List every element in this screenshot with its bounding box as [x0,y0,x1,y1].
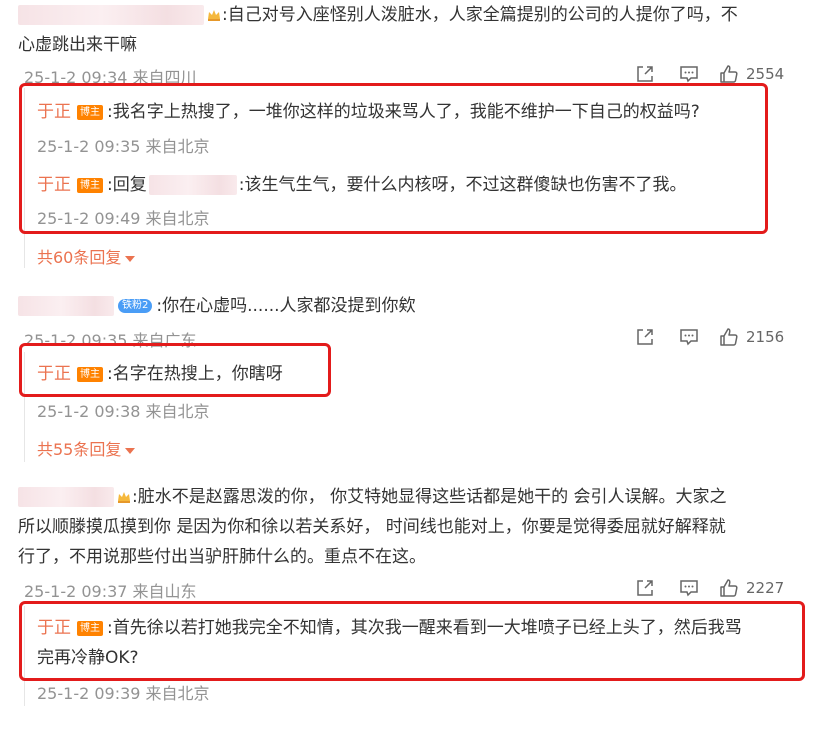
comment-text-cont: 所以顺滕摸瓜摸到你 是因为你和徐以若关系好， 时间线也能对上，你要是觉得委屈就好… [18,517,726,537]
caret-down-icon [125,447,136,454]
comment-1: :自己对号入座怪别人泼脏水，人家全篇提别的公司的人提你了吗，不 心虚跳出来干嘛 [18,0,818,60]
share-icon[interactable] [634,326,656,348]
comment-3: :脏水不是赵露思泼的你， 你艾特她显得这些话都是她干的 会引人误解。大家之 所以… [18,482,818,572]
reply-time: 25-1-2 09:49 来自北京 [37,209,210,228]
comment-text-cont: 行了，不用说那些付出当驴肝肺什么的。重点不在这。 [18,547,426,567]
like-count: 2554 [746,65,785,83]
redacted-username[interactable] [148,175,237,195]
redacted-username[interactable] [18,296,114,316]
comment-icon[interactable] [678,63,700,85]
like-icon[interactable] [718,577,740,599]
share-icon[interactable] [634,63,656,85]
reply-text-cont: 完再冷静OK? [37,648,139,668]
reply-1: 于正 博主:名字在热搜上，你瞎呀 [37,360,283,388]
reply-prefix: :回复 [107,175,147,195]
reply-time: 25-1-2 09:39 来自北京 [37,684,210,703]
crown-icon [118,492,130,503]
author-badge: 博主 [77,620,103,636]
comment-text: :你在心虚吗......人家都没提到你欸 [156,296,416,316]
reply-author[interactable]: 于正 [37,102,71,122]
redacted-username[interactable] [18,487,114,507]
author-badge: 博主 [77,177,103,193]
comment-text: :自己对号入座怪别人泼脏水，人家全篇提别的公司的人提你了吗，不 [222,5,738,25]
more-replies-label: 共60条回复 [37,248,122,267]
more-replies-link[interactable]: 共60条回复 [37,244,136,268]
crown-icon [208,10,220,21]
comment-actions: 2554 [634,63,784,85]
reply-time: 25-1-2 09:35 来自北京 [37,137,210,156]
reply-text: :我名字上热搜了，一堆你这样的垃圾来骂人了，我能不维护一下自己的权益吗? [107,102,700,122]
more-replies-label: 共55条回复 [37,440,122,459]
like-icon[interactable] [718,63,740,85]
comment-actions: 2156 [634,326,784,348]
more-replies-link[interactable]: 共55条回复 [37,436,136,460]
reply-text: :该生气生气，要什么内核呀，不过这群傻缺也伤害不了我。 [238,175,687,195]
reply-time: 25-1-2 09:38 来自北京 [37,402,210,421]
author-badge: 博主 [77,104,103,120]
like-count: 2227 [746,579,785,597]
reply-author[interactable]: 于正 [37,364,71,384]
reply-1: 于正 博主:首先徐以若打她我完全不知情，其次我一醒来看到一大堆喷子已经上头了，然后… [37,614,742,672]
reply-text: :名字在热搜上，你瞎呀 [107,364,283,384]
comment-icon[interactable] [678,577,700,599]
fan-badge: 铁粉2 [118,299,153,313]
like-count: 2156 [746,328,785,346]
comment-icon[interactable] [678,326,700,348]
reply-2: 于正 博主:回复 :该生气生气，要什么内核呀，不过这群傻缺也伤害不了我。 [37,171,686,199]
like-icon[interactable] [718,326,740,348]
comment-2: 铁粉2:你在心虚吗......人家都没提到你欸 [18,291,416,321]
reply-1: 于正 博主:我名字上热搜了，一堆你这样的垃圾来骂人了，我能不维护一下自己的权益吗? [37,98,700,126]
caret-down-icon [125,255,136,262]
comment-time: 25-1-2 09:37 来自山东 [24,582,197,601]
comment-text-cont: 心虚跳出来干嘛 [18,35,137,55]
comment-text: :脏水不是赵露思泼的你， 你艾特她显得这些话都是她干的 会引人误解。大家之 [132,487,727,507]
reply-text: :首先徐以若打她我完全不知情，其次我一醒来看到一大堆喷子已经上头了，然后我骂 [107,618,742,638]
author-badge: 博主 [77,366,103,382]
redacted-username[interactable] [18,5,204,25]
reply-author[interactable]: 于正 [37,175,71,195]
share-icon[interactable] [634,577,656,599]
comment-actions: 2227 [634,577,784,599]
reply-author[interactable]: 于正 [37,618,71,638]
